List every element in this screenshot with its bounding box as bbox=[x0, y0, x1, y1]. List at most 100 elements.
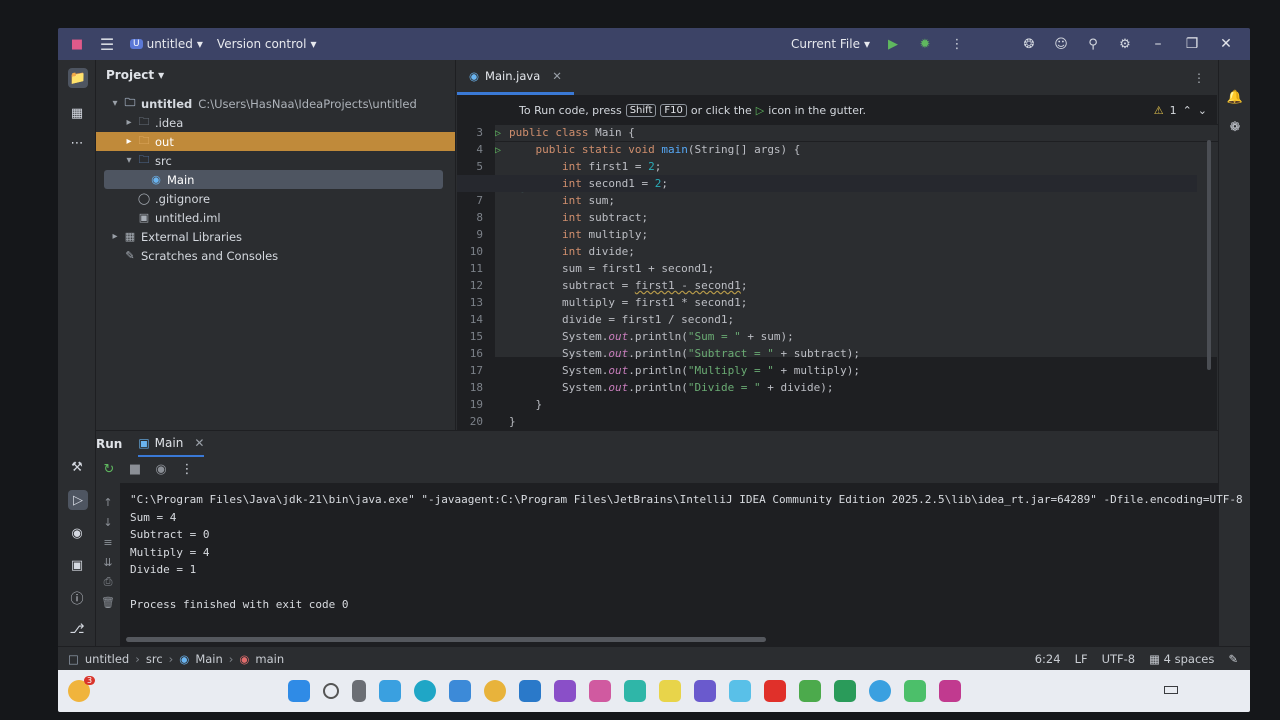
print-icon[interactable]: ⎙ bbox=[99, 573, 117, 591]
tab-run-main[interactable]: ▣ Main ✕ bbox=[138, 431, 205, 457]
caret-position[interactable]: 6:24 bbox=[1035, 652, 1061, 666]
visual-studio-icon[interactable] bbox=[554, 680, 576, 702]
chrome-browser-icon[interactable] bbox=[484, 680, 506, 702]
stop-icon[interactable]: ■ bbox=[126, 460, 144, 478]
indent-setting[interactable]: ▦ 4 spaces bbox=[1149, 652, 1214, 666]
console-output[interactable]: "C:\Program Files\Java\jdk-21\bin\java.e… bbox=[120, 483, 1250, 646]
more-icon[interactable]: ⋮ bbox=[948, 35, 966, 53]
settings-gear-icon[interactable]: ⚙ bbox=[1116, 35, 1134, 53]
ai-assistant-icon[interactable]: ❂ bbox=[1020, 35, 1038, 53]
warning-icon: ⚠ bbox=[1153, 103, 1164, 117]
file-encoding[interactable]: UTF-8 bbox=[1102, 652, 1136, 666]
run-tool-icon[interactable]: ▷ bbox=[68, 490, 88, 510]
project-panel-header[interactable]: Project ▾ bbox=[96, 60, 455, 90]
tree-item-src[interactable]: ▾ 🗀 src bbox=[96, 151, 455, 170]
close-tab-icon[interactable]: ✕ bbox=[552, 69, 562, 83]
intellij-idea-icon[interactable] bbox=[939, 680, 961, 702]
console-line: Process finished with exit code 0 bbox=[130, 598, 349, 611]
tree-item-iml[interactable]: ▣ untitled.iml bbox=[96, 208, 455, 227]
run-icon[interactable]: ▶ bbox=[884, 35, 902, 53]
breadcrumb-main-method[interactable]: main bbox=[255, 652, 284, 666]
method-icon: ◉ bbox=[239, 651, 250, 666]
scroll-end-icon[interactable]: ⇊ bbox=[99, 553, 117, 571]
problems-icon[interactable]: ⓘ bbox=[68, 588, 86, 607]
minimize-icon[interactable]: – bbox=[1148, 36, 1168, 52]
xbox-app-icon[interactable] bbox=[799, 680, 821, 702]
project-path: C:\Users\HasNaa\IdeaProjects\untitled bbox=[198, 96, 417, 111]
start-windows-icon[interactable] bbox=[288, 680, 310, 702]
main-menu-icon[interactable]: ☰ bbox=[98, 35, 116, 54]
vscode-icon[interactable] bbox=[519, 680, 541, 702]
console-line: Divide = 1 bbox=[130, 563, 197, 576]
terminal-icon[interactable]: ▣ bbox=[68, 556, 86, 574]
code-line: divide = first1 / second1; bbox=[509, 313, 735, 326]
chevron-up-icon[interactable]: ⌃ bbox=[1183, 104, 1192, 117]
structure-icon[interactable]: ▦ bbox=[68, 104, 86, 122]
excel-app-icon[interactable] bbox=[834, 680, 856, 702]
services-icon[interactable]: ◉ bbox=[68, 524, 86, 542]
youtube-icon[interactable] bbox=[764, 680, 786, 702]
file-explorer-icon[interactable] bbox=[729, 680, 751, 702]
breadcrumb-src[interactable]: src bbox=[146, 652, 163, 666]
tree-item-out[interactable]: ▸ 🗀 out bbox=[96, 132, 455, 151]
editor-options-icon[interactable]: ⋮ bbox=[1193, 71, 1205, 85]
tree-item-main[interactable]: ◉ Main bbox=[104, 170, 443, 189]
readonly-toggle-icon[interactable]: ✎ bbox=[1228, 652, 1238, 666]
android-studio-icon[interactable] bbox=[904, 680, 926, 702]
line-number: 9 bbox=[457, 226, 505, 243]
more-tools-icon[interactable]: ⋯ bbox=[68, 134, 86, 152]
project-switcher[interactable]: U untitled ▾ bbox=[130, 37, 203, 51]
teams-app-icon[interactable] bbox=[694, 680, 716, 702]
battery-icon[interactable] bbox=[1164, 686, 1178, 694]
task-view-icon[interactable] bbox=[352, 680, 366, 702]
vcs-menu[interactable]: Version control ▾ bbox=[217, 37, 317, 51]
widgets-icon[interactable] bbox=[379, 680, 401, 702]
camera-icon[interactable]: ◉ bbox=[152, 460, 170, 478]
breadcrumb-main-class[interactable]: Main bbox=[195, 652, 222, 666]
sticky-notes-icon[interactable] bbox=[659, 680, 681, 702]
line-number-text: 14 bbox=[469, 313, 483, 326]
run-config-selector[interactable]: Current File ▾ bbox=[791, 37, 870, 51]
tree-item-gitignore[interactable]: ◯ .gitignore bbox=[96, 189, 455, 208]
ide-window: ■ ☰ U untitled ▾ Version control ▾ Curre… bbox=[58, 28, 1250, 712]
chrome-dev-icon[interactable] bbox=[869, 680, 891, 702]
arrow-down-icon[interactable]: ↓ bbox=[99, 513, 117, 531]
maps-app-icon[interactable] bbox=[624, 680, 646, 702]
line-number: 8 bbox=[457, 209, 505, 226]
code-with-me-icon[interactable]: ☺ bbox=[1052, 35, 1070, 53]
arrow-up-icon[interactable]: ↑ bbox=[99, 493, 117, 511]
project-folder-icon[interactable]: 📁 bbox=[68, 68, 88, 88]
search-icon[interactable]: ⚲ bbox=[1084, 35, 1102, 53]
store-app-icon[interactable] bbox=[449, 680, 471, 702]
tree-item-untitled[interactable]: ▾ 🗀 untitled C:\Users\HasNaa\IdeaProject… bbox=[96, 94, 455, 113]
inspection-widget[interactable]: ⚠ 1 ⌃ ⌄ bbox=[1154, 104, 1217, 117]
code-area[interactable]: public class Main { public static void m… bbox=[457, 124, 1197, 430]
git-icon[interactable]: ⎇ bbox=[68, 620, 86, 638]
maximize-icon[interactable]: ❐ bbox=[1182, 36, 1202, 52]
rerun-icon[interactable]: ↻ bbox=[100, 460, 118, 478]
tree-item-external-libraries[interactable]: ▸ ▦ External Libraries bbox=[96, 227, 455, 246]
close-icon[interactable]: ✕ bbox=[1216, 36, 1236, 52]
ai-chat-icon[interactable]: ❁ bbox=[1226, 118, 1244, 136]
photos-app-icon[interactable] bbox=[589, 680, 611, 702]
close-tab-icon[interactable]: ✕ bbox=[194, 436, 204, 450]
more-icon[interactable]: ⋮ bbox=[178, 460, 196, 478]
soft-wrap-icon[interactable]: ≡ bbox=[99, 533, 117, 551]
line-separator[interactable]: LF bbox=[1075, 652, 1088, 666]
chevron-down-icon[interactable]: ⌄ bbox=[1198, 104, 1207, 117]
search-icon[interactable] bbox=[323, 683, 339, 699]
tab-main-java[interactable]: ◉ Main.java ✕ bbox=[457, 59, 574, 95]
trash-icon[interactable]: 🗑 bbox=[99, 593, 117, 611]
editor-scrollbar[interactable] bbox=[1207, 140, 1211, 370]
left-tool-strip: 📁 ▦ ⋯ ⚒ ▷ ◉ ▣ ⓘ ⎇ bbox=[58, 60, 96, 646]
debug-icon[interactable]: ✹ bbox=[916, 35, 934, 53]
breadcrumb-separator-icon: › bbox=[228, 651, 234, 666]
console-scrollbar[interactable] bbox=[126, 637, 766, 642]
notifications-bell-icon[interactable]: 🔔 bbox=[1226, 88, 1244, 106]
tree-item-scratches[interactable]: ✎ Scratches and Consoles bbox=[96, 246, 455, 265]
breadcrumb-untitled[interactable]: untitled bbox=[85, 652, 129, 666]
code-line: subtract = first1 - second1; bbox=[509, 279, 748, 292]
tree-item-idea[interactable]: ▸ 🗀 .idea bbox=[96, 113, 455, 132]
edge-browser-icon[interactable] bbox=[414, 680, 436, 702]
build-hammer-icon[interactable]: ⚒ bbox=[68, 458, 86, 476]
